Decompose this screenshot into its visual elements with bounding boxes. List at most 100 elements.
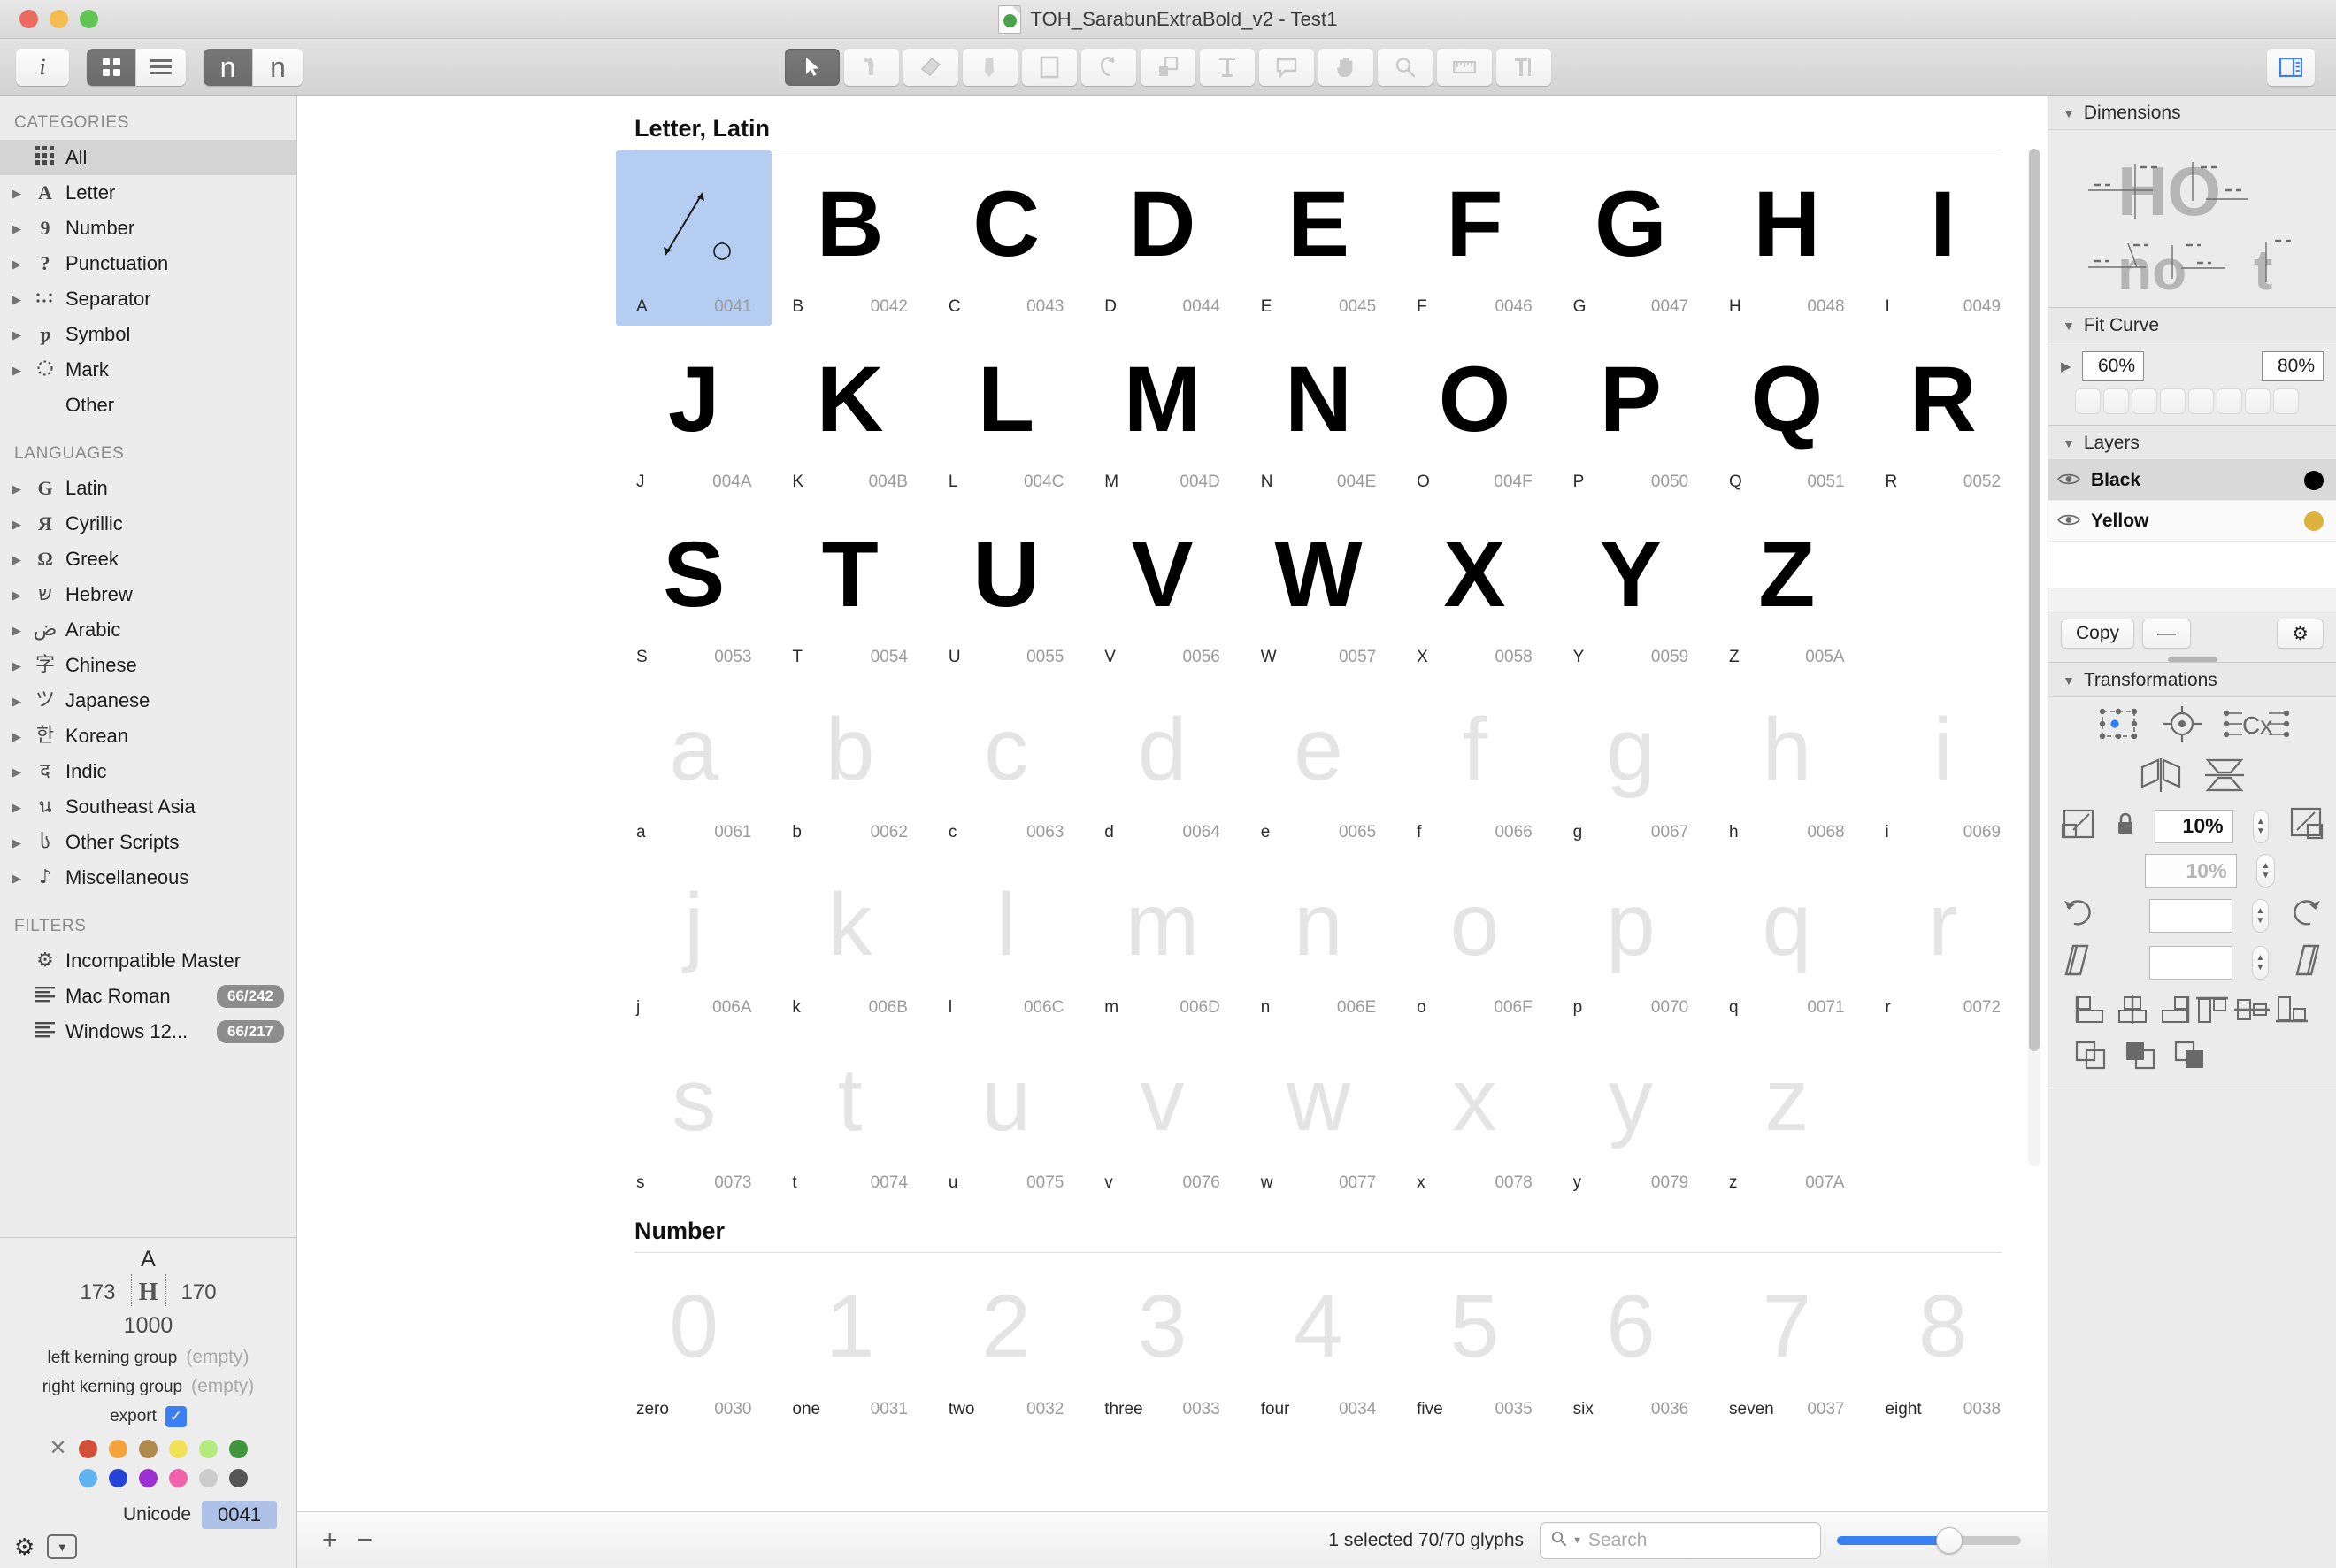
pen-tool[interactable] xyxy=(844,49,899,86)
sidebar-filter-windows-1252[interactable]: Windows 12... 66/217 xyxy=(0,1014,296,1049)
glyph-cell-q[interactable]: q q 0071 xyxy=(1709,851,1864,1026)
color-swatch[interactable] xyxy=(139,1439,158,1458)
glyph-cell-W[interactable]: W W 0057 xyxy=(1241,501,1396,676)
disclosure-triangle[interactable]: ▶ xyxy=(9,223,25,234)
x-clear-icon[interactable]: ✕ xyxy=(49,1438,67,1459)
fit-curve-preset-3[interactable] xyxy=(2132,388,2157,414)
glyph-cell-D[interactable]: D D 0044 xyxy=(1084,150,1240,326)
search-dropdown-chevron-icon[interactable]: ▼ xyxy=(1572,1535,1582,1546)
flip-vertical-icon[interactable] xyxy=(2202,757,2247,798)
sidebar-item-symbol[interactable]: ▶ ƿ Symbol xyxy=(0,317,296,352)
remove-glyph-button[interactable]: − xyxy=(357,1526,373,1554)
glyph-cell-L[interactable]: L L 004C xyxy=(928,326,1084,501)
glyph-cell-z[interactable]: z z 007A xyxy=(1709,1026,1864,1202)
glyph-cell-C[interactable]: C C 0043 xyxy=(928,150,1084,326)
disclosure-triangle[interactable]: ▶ xyxy=(9,188,25,199)
glyph-cell-U[interactable]: U U 0055 xyxy=(928,501,1084,676)
disclosure-triangle[interactable]: ▶ xyxy=(9,519,25,530)
glyph-cell-four[interactable]: 4 four 0034 xyxy=(1241,1253,1396,1428)
scale-down-icon[interactable] xyxy=(2061,807,2096,845)
hand-tool[interactable] xyxy=(1318,49,1373,86)
glyph-cell-K[interactable]: K K 004B xyxy=(772,326,927,501)
subtract-shapes-icon[interactable] xyxy=(2125,1041,2158,1075)
text-view-tab[interactable]: n xyxy=(253,48,303,86)
glyph-cell-n[interactable]: n n 006E xyxy=(1241,851,1396,1026)
slant-right-icon[interactable] xyxy=(2288,943,2324,981)
unicode-value-field[interactable]: 0041 xyxy=(202,1501,277,1529)
rotate-stepper[interactable]: ▲ ▼ xyxy=(2251,898,2269,933)
glyph-cell-X[interactable]: X X 0058 xyxy=(1396,501,1552,676)
skew-field[interactable] xyxy=(2149,945,2232,980)
sidebar-item-japanese[interactable]: ▶ ツ Japanese xyxy=(0,683,296,719)
color-swatch[interactable] xyxy=(169,1439,188,1458)
align-bottom-icon[interactable] xyxy=(2274,995,2309,1028)
glyph-cell-P[interactable]: P P 0050 xyxy=(1553,326,1709,501)
inspector-toggle-icon[interactable] xyxy=(2267,48,2315,86)
glyph-cell-O[interactable]: O O 004F xyxy=(1396,326,1552,501)
disclosure-triangle[interactable]: ▶ xyxy=(9,872,25,884)
eye-visibility-icon[interactable] xyxy=(2056,470,2081,491)
zoom-tool[interactable] xyxy=(1378,49,1433,86)
glyph-cell-three[interactable]: 3 three 0033 xyxy=(1084,1253,1240,1428)
pencil-tool[interactable] xyxy=(963,49,1018,86)
knife-tool[interactable] xyxy=(903,49,958,86)
glyph-cell-H[interactable]: H H 0048 xyxy=(1709,150,1864,326)
glyph-cell-u[interactable]: u u 0075 xyxy=(928,1026,1084,1202)
color-swatch[interactable] xyxy=(199,1468,218,1487)
align-top-icon[interactable] xyxy=(2194,995,2230,1028)
right-sidebearing-value[interactable]: 170 xyxy=(181,1280,217,1305)
grid-zoom-slider[interactable] xyxy=(1837,1526,2021,1554)
rotate-tool[interactable] xyxy=(1081,49,1136,86)
glyph-cell-b[interactable]: b b 0062 xyxy=(772,676,927,851)
sidebar-item-southeast-asia[interactable]: ▶ น Southeast Asia xyxy=(0,789,296,825)
glyph-cell-o[interactable]: o o 006F xyxy=(1396,851,1552,1026)
layers-header[interactable]: ▼ Layers xyxy=(2048,426,2336,460)
disclosure-triangle[interactable]: ▶ xyxy=(9,802,25,813)
glyph-cell-s[interactable]: s s 0073 xyxy=(616,1026,772,1202)
glyph-cell-p[interactable]: p p 0070 xyxy=(1553,851,1709,1026)
fit-curve-preset-5[interactable] xyxy=(2188,388,2214,414)
transform-origin-icon[interactable] xyxy=(2095,704,2141,748)
rotate-cw-icon[interactable] xyxy=(2288,896,2324,934)
glyph-cell-M[interactable]: M M 004D xyxy=(1084,326,1240,501)
fit-curve-preset-6[interactable] xyxy=(2217,388,2242,414)
glyph-cell-t[interactable]: t t 0074 xyxy=(772,1026,927,1202)
color-swatch[interactable] xyxy=(229,1439,248,1458)
glyph-cell-y[interactable]: y y 0079 xyxy=(1553,1026,1709,1202)
disclosure-triangle[interactable]: ▶ xyxy=(9,365,25,376)
color-swatch[interactable] xyxy=(229,1468,248,1487)
select-tool[interactable] xyxy=(785,49,840,86)
align-horizontal-center-icon[interactable] xyxy=(2115,995,2150,1028)
sidebar-filter-mac-roman[interactable]: Mac Roman 66/242 xyxy=(0,979,296,1014)
sidebar-item-cyrillic[interactable]: ▶ Я Cyrillic xyxy=(0,506,296,542)
sidebar-item-indic[interactable]: ▶ द Indic xyxy=(0,754,296,789)
lock-icon[interactable] xyxy=(2116,812,2135,841)
fit-curve-preset-7[interactable] xyxy=(2245,388,2271,414)
glyph-cell-E[interactable]: E E 0045 xyxy=(1241,150,1396,326)
glyph-cell-Q[interactable]: Q Q 0051 xyxy=(1709,326,1864,501)
glyph-cell-m[interactable]: m m 006D xyxy=(1084,851,1240,1026)
popup-menu-icon[interactable]: ▼ xyxy=(47,1534,78,1559)
disclosure-triangle[interactable]: ▶ xyxy=(9,589,25,601)
glyph-cell-N[interactable]: N N 004E xyxy=(1241,326,1396,501)
glyph-cell-R[interactable]: R R 0052 xyxy=(1865,326,2021,501)
sidebar-item-punctuation[interactable]: ▶ ? Punctuation xyxy=(0,246,296,281)
color-swatch[interactable] xyxy=(169,1468,188,1487)
left-sidebearing-value[interactable]: 173 xyxy=(80,1280,115,1305)
glyph-grid-scrollbar[interactable] xyxy=(2028,149,2040,1166)
color-swatch[interactable] xyxy=(199,1439,218,1458)
disclosure-triangle[interactable]: ▶ xyxy=(9,625,25,636)
fit-curve-right-value[interactable]: 80% xyxy=(2262,351,2324,381)
add-glyph-button[interactable]: + xyxy=(322,1526,338,1554)
disclosure-triangle[interactable]: ▶ xyxy=(9,696,25,707)
eye-visibility-icon[interactable] xyxy=(2056,511,2081,532)
glyph-cell-f[interactable]: f f 0066 xyxy=(1396,676,1552,851)
disclosure-triangle[interactable]: ▶ xyxy=(9,329,25,341)
color-swatch[interactable] xyxy=(109,1439,127,1458)
glyph-cell-two[interactable]: 2 two 0032 xyxy=(928,1253,1084,1428)
panel-resize-handle[interactable] xyxy=(2167,657,2217,662)
sidebar-item-separator[interactable]: ▶ Separator xyxy=(0,281,296,317)
glyph-cell-zero[interactable]: 0 zero 0030 xyxy=(616,1253,772,1428)
color-swatch[interactable] xyxy=(139,1468,158,1487)
disclosure-triangle-down[interactable]: ▼ xyxy=(2063,106,2075,120)
